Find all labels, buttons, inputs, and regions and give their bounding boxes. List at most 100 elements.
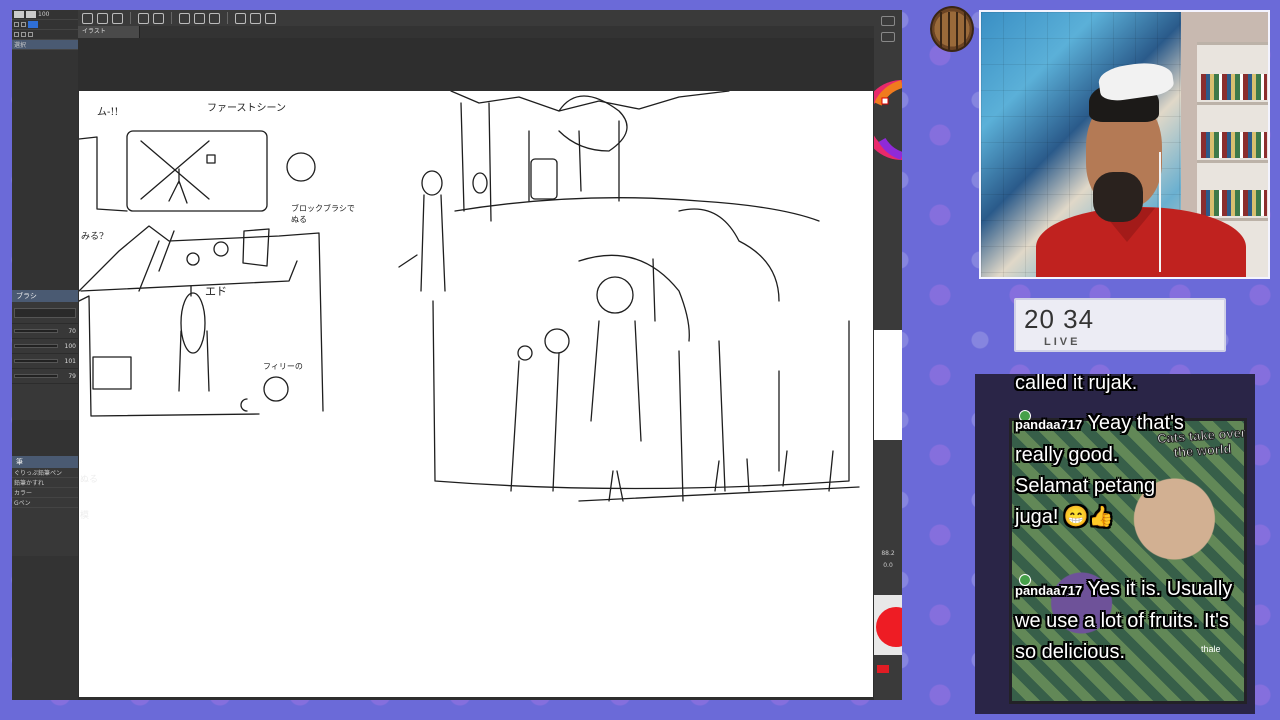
checkbox-icon[interactable]: [14, 22, 19, 27]
sketch-note: ブロックブラシで ぬる: [291, 204, 355, 224]
slider-row[interactable]: [12, 302, 78, 324]
sub-color-chip[interactable]: [877, 665, 889, 673]
grid-icon[interactable]: [265, 12, 276, 24]
sketch-stroke: [432, 300, 850, 490]
clock-time: 20 34: [1024, 304, 1095, 334]
slider-row[interactable]: 79: [12, 369, 78, 384]
sketch-stroke: [168, 168, 188, 204]
slider-value: 79: [68, 372, 76, 380]
sketch-stroke: [460, 102, 620, 222]
sketch-stroke: [454, 197, 820, 222]
tool-icons-row-2[interactable]: [12, 30, 78, 40]
panel-toggle-icon[interactable]: [881, 32, 895, 42]
slider-track[interactable]: [14, 344, 58, 348]
tool-icons-row[interactable]: [12, 20, 78, 30]
ruler-icon[interactable]: [235, 12, 246, 24]
sketch-stroke: [530, 158, 558, 200]
sketch-stroke: [178, 285, 210, 392]
sketch-stroke: [180, 292, 206, 354]
brush-size-swatch-2: [26, 11, 36, 18]
command-bar: [78, 10, 890, 26]
hedgehog-mascot-icon: [930, 6, 974, 52]
slider-value: 70: [68, 327, 76, 335]
sketch-stroke: [578, 254, 690, 342]
sketch-note: ファーストシーン: [207, 103, 286, 114]
toolbar-divider: [171, 12, 172, 24]
sketch-stroke: [242, 228, 270, 267]
sketch-stroke: [213, 241, 229, 257]
sketch-stroke: [596, 276, 634, 314]
sketch-stroke: [92, 356, 132, 390]
redo-icon[interactable]: [153, 12, 164, 24]
slider-track[interactable]: [14, 359, 58, 363]
stroke-preview: [14, 307, 76, 318]
size-row[interactable]: 100: [12, 10, 78, 20]
brush-size-swatch: [14, 11, 24, 18]
sketch-note: エド: [205, 285, 227, 298]
checkbox-icon[interactable]: [21, 22, 26, 27]
layer-row-selected[interactable]: 選択: [12, 40, 78, 50]
brush-item[interactable]: Gペン: [12, 498, 78, 508]
mask-icon[interactable]: [28, 32, 33, 37]
slider-row[interactable]: 101: [12, 354, 78, 369]
webcam-feed: [979, 10, 1270, 279]
sketch-stroke: [544, 328, 570, 354]
size-value: 100: [38, 11, 50, 18]
undo-icon[interactable]: [138, 12, 149, 24]
drawing-canvas[interactable]: ム-!! ファーストシーン ブロックブラシで ぬる みる? フィリーの エド: [79, 91, 873, 697]
brush-item[interactable]: ぐりっぷ鉛筆ペン: [12, 468, 78, 478]
color-preview[interactable]: [874, 595, 902, 655]
lock-icon[interactable]: [21, 32, 26, 37]
chat-message: called it rujak.: [1015, 374, 1247, 399]
sketch-stroke: [450, 91, 730, 112]
left-tool-panel: 100 選択 ブラシ 70 100 101 79 筆 ぐりっぷ鉛筆ペン 鉛筆かす…: [12, 10, 78, 700]
save-icon[interactable]: [112, 12, 123, 24]
sketch-stroke: [510, 340, 780, 502]
slider-value: 101: [64, 357, 76, 365]
select-icon[interactable]: [209, 12, 220, 24]
sub-tool-panel: 筆 ぐりっぷ鉛筆ペン 鉛筆かすれ カラー Gペン: [12, 456, 78, 556]
new-file-icon[interactable]: [82, 12, 93, 24]
settings-icon[interactable]: [881, 16, 895, 26]
sketch-note: フィリーの: [263, 362, 303, 371]
sketch-note: ム-!!: [97, 107, 119, 118]
main-color-dot: [876, 607, 902, 647]
book-row: [1201, 132, 1267, 158]
clear-icon[interactable]: [179, 12, 190, 24]
slider-track[interactable]: [14, 329, 58, 333]
color-chip[interactable]: [28, 21, 38, 28]
slider-row[interactable]: 70: [12, 324, 78, 339]
sketch-stroke: [79, 136, 128, 212]
slider-track[interactable]: [14, 374, 58, 378]
transform-icon[interactable]: [194, 12, 205, 24]
chat-message: pandaa717 Yeay that's really good. Selam…: [1015, 408, 1191, 533]
color-wheel[interactable]: [874, 80, 902, 160]
brush-property-panel: ブラシ 70 100 101 79: [12, 290, 78, 420]
brush-item[interactable]: 鉛筆かすれ: [12, 478, 78, 488]
brush-name: Gペン: [14, 500, 31, 507]
canvas-area[interactable]: ム-!! ファーストシーン ブロックブラシで ぬる みる? フィリーの エド: [78, 38, 890, 700]
chat-text: called it rujak.: [1015, 374, 1138, 394]
chat-username: pandaa717: [1015, 417, 1083, 432]
navigator-preview[interactable]: [874, 330, 902, 440]
paint-app-window: 100 選択 ブラシ 70 100 101 79 筆 ぐりっぷ鉛筆ペン 鉛筆かす…: [12, 10, 902, 700]
brush-panel-label: ブラシ: [12, 290, 78, 302]
sketch-stroke: [421, 170, 443, 196]
live-indicator: LIVE: [1044, 336, 1081, 348]
open-file-icon[interactable]: [97, 12, 108, 24]
layer-icon[interactable]: [14, 32, 19, 37]
slider-row[interactable]: 100: [12, 339, 78, 354]
sketch-stroke: [590, 208, 780, 442]
toolbar-divider: [130, 12, 131, 24]
snap-icon[interactable]: [250, 12, 261, 24]
stream-clock: 20 34 LIVE: [1014, 298, 1226, 352]
edge-note: ぬる: [80, 475, 99, 485]
chat-message: pandaa717 Yes it is. Usually we use a lo…: [1015, 574, 1247, 668]
sketch-drawing: [79, 91, 860, 502]
book-row: [1201, 190, 1267, 216]
sketch-stroke: [472, 172, 488, 194]
book-row: [1201, 74, 1267, 100]
document-tab[interactable]: イラスト: [78, 26, 140, 38]
brush-item[interactable]: カラー: [12, 488, 78, 498]
chat-username: pandaa717: [1015, 583, 1083, 598]
